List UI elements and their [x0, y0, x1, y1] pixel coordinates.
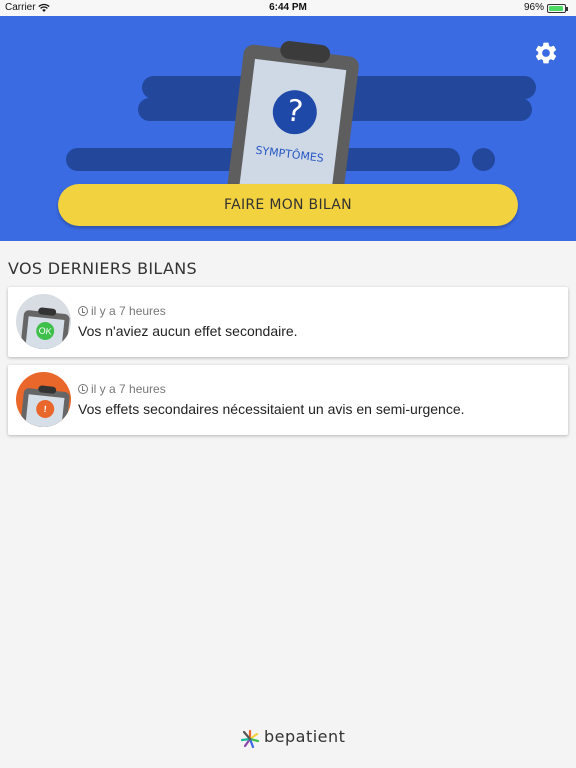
clipboard-icon: !: [19, 385, 71, 427]
battery-percent: 96%: [523, 2, 544, 13]
clipboard-paper: OK: [25, 316, 65, 349]
question-mark-icon: ?: [270, 87, 320, 137]
bilan-card[interactable]: OK il y a 7 heures Vos n'aviez aucun eff…: [8, 287, 568, 357]
decorative-dot: [472, 148, 495, 171]
status-bar: Carrier 6:44 PM 96%: [0, 0, 576, 16]
bilan-time-text: il y a 7 heures: [91, 382, 166, 396]
clipboard-clip: [37, 307, 57, 317]
clipboard-clip: [279, 40, 332, 64]
bilan-timestamp: il y a 7 heures: [78, 304, 166, 318]
hero-banner: ? SYMPTÔMES FAIRE MON BILAN: [0, 16, 576, 241]
clipboard-clip: [37, 385, 57, 395]
brand-name: bepatient: [264, 727, 346, 746]
bilan-timestamp: il y a 7 heures: [78, 382, 166, 396]
bilan-card[interactable]: ! il y a 7 heures Vos effets secondaires…: [8, 365, 568, 435]
battery-fill: [549, 6, 564, 11]
status-badge-warning: !: [35, 399, 56, 419]
faire-mon-bilan-button[interactable]: FAIRE MON BILAN: [58, 184, 518, 226]
bepatient-logo-mark-icon: [240, 729, 260, 749]
status-badge-ok: OK: [35, 321, 56, 341]
battery-icon: [547, 4, 568, 13]
clock-time: 6:44 PM: [269, 2, 307, 13]
clipboard-paper: !: [25, 394, 65, 427]
bilan-avatar: OK: [16, 294, 71, 349]
bilan-time-text: il y a 7 heures: [91, 304, 166, 318]
section-title: VOS DERNIERS BILANS: [8, 259, 197, 278]
gear-icon[interactable]: [533, 40, 559, 66]
bilan-description: Vos n'aviez aucun effet secondaire.: [78, 323, 298, 339]
bilan-avatar: !: [16, 372, 71, 427]
clock-icon: [78, 306, 88, 316]
clipboard-label: SYMPTÔMES: [254, 143, 325, 165]
bilan-description: Vos effets secondaires nécessitaient un …: [78, 401, 465, 417]
battery-tip: [566, 7, 568, 11]
clock-icon: [78, 384, 88, 394]
clipboard-icon: OK: [19, 307, 71, 349]
